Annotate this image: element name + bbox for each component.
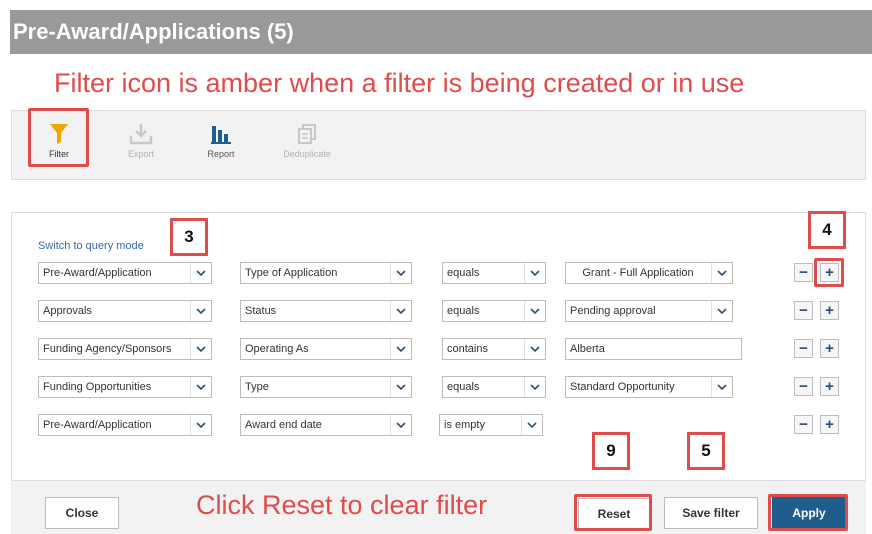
row5-entity-select[interactable]: Pre-Award/Application (38, 414, 212, 436)
chevron-down-icon (524, 301, 545, 321)
reset-highlight-box (574, 494, 652, 531)
row2-field-select[interactable]: Status (240, 300, 412, 322)
chevron-down-icon (711, 263, 732, 283)
chevron-down-icon (711, 377, 732, 397)
chevron-down-icon (190, 263, 211, 283)
report-tool-label: Report (207, 149, 235, 159)
chevron-down-icon (190, 377, 211, 397)
row5-operator-select[interactable]: is empty (439, 414, 543, 436)
row5-field-value: Award end date (245, 419, 322, 431)
save-filter-button[interactable]: Save filter (664, 497, 758, 529)
step-badge-3: 3 (170, 218, 208, 256)
row1-value: Grant - Full Application (582, 267, 694, 279)
step-badge-4: 4 (808, 211, 846, 249)
row3-field-select[interactable]: Operating As (240, 338, 412, 360)
chevron-down-icon (390, 301, 411, 321)
apply-highlight-box (768, 494, 848, 531)
row4-entity-value: Funding Opportunities (43, 381, 152, 393)
report-icon (211, 126, 231, 144)
chevron-down-icon (390, 415, 411, 435)
row1-value-select[interactable]: Grant - Full Application (565, 262, 733, 284)
chevron-down-icon (390, 339, 411, 359)
export-icon (129, 124, 153, 145)
deduplicate-tool-button[interactable]: Deduplicate (272, 123, 342, 159)
chevron-down-icon (521, 415, 542, 435)
row2-value: Pending approval (570, 305, 656, 317)
annotation-bottom-note: Click Reset to clear filter (196, 490, 488, 520)
filter-highlight-box (28, 108, 89, 167)
chevron-down-icon (711, 301, 732, 321)
chevron-down-icon (390, 377, 411, 397)
row3-entity-select[interactable]: Funding Agency/Sponsors (38, 338, 212, 360)
switch-to-query-mode-link[interactable]: Switch to query mode (38, 240, 144, 252)
row2-entity-select[interactable]: Approvals (38, 300, 212, 322)
chevron-down-icon (190, 301, 211, 321)
export-tool-label: Export (127, 149, 154, 159)
row3-operator-value: contains (447, 343, 488, 355)
row1-field-value: Type of Application (245, 267, 338, 279)
chevron-down-icon (190, 415, 211, 435)
row3-add-button[interactable]: + (820, 339, 839, 358)
row5-operator-value: is empty (444, 419, 485, 431)
row5-entity-value: Pre-Award/Application (43, 419, 152, 431)
row4-operator-value: equals (447, 381, 480, 393)
row4-value-select[interactable]: Standard Opportunity (565, 376, 733, 398)
window-title-bar: Pre-Award/Applications (5) (10, 10, 872, 54)
row2-value-select[interactable]: Pending approval (565, 300, 733, 322)
row1-entity-value: Pre-Award/Application (43, 267, 152, 279)
annotation-top-note: Filter icon is amber when a filter is be… (54, 68, 745, 98)
row2-field-value: Status (245, 305, 277, 317)
row4-entity-select[interactable]: Funding Opportunities (38, 376, 212, 398)
row2-operator-value: equals (447, 305, 480, 317)
row1-operator-value: equals (447, 267, 480, 279)
row4-field-value: Type (245, 381, 269, 393)
row1-field-select[interactable]: Type of Application (240, 262, 412, 284)
step-badge-5: 5 (687, 432, 725, 470)
report-tool-button[interactable]: Report (191, 123, 251, 159)
row3-entity-value: Funding Agency/Sponsors (43, 343, 172, 355)
row3-field-value: Operating As (245, 343, 309, 355)
row1-remove-button[interactable]: − (794, 263, 813, 282)
row4-field-select[interactable]: Type (240, 376, 412, 398)
chevron-down-icon (524, 377, 545, 397)
chevron-down-icon (190, 339, 211, 359)
row4-value: Standard Opportunity (570, 381, 675, 393)
toolbar: Filter Export Report Deduplicate (11, 110, 866, 180)
row2-entity-value: Approvals (43, 305, 92, 317)
row4-remove-button[interactable]: − (794, 377, 813, 396)
row2-add-button[interactable]: + (820, 301, 839, 320)
row1-entity-select[interactable]: Pre-Award/Application (38, 262, 212, 284)
row2-operator-select[interactable]: equals (442, 300, 546, 322)
row3-operator-select[interactable]: contains (442, 338, 546, 360)
window-title: Pre-Award/Applications (5) (13, 19, 294, 44)
row4-operator-select[interactable]: equals (442, 376, 546, 398)
row3-remove-button[interactable]: − (794, 339, 813, 358)
row5-remove-button[interactable]: − (794, 415, 813, 434)
row1-operator-select[interactable]: equals (442, 262, 546, 284)
export-tool-button[interactable]: Export (111, 123, 171, 159)
close-button[interactable]: Close (45, 497, 119, 529)
chevron-down-icon (524, 339, 545, 359)
row5-field-select[interactable]: Award end date (240, 414, 412, 436)
row4-add-button[interactable]: + (820, 377, 839, 396)
deduplicate-icon (298, 124, 316, 144)
row3-value-input[interactable]: Alberta (565, 338, 742, 360)
chevron-down-icon (390, 263, 411, 283)
row5-add-button[interactable]: + (820, 415, 839, 434)
deduplicate-tool-label: Deduplicate (283, 149, 331, 159)
step-badge-9: 9 (592, 432, 630, 470)
add-button-highlight-box (814, 258, 844, 287)
row2-remove-button[interactable]: − (794, 301, 813, 320)
chevron-down-icon (524, 263, 545, 283)
